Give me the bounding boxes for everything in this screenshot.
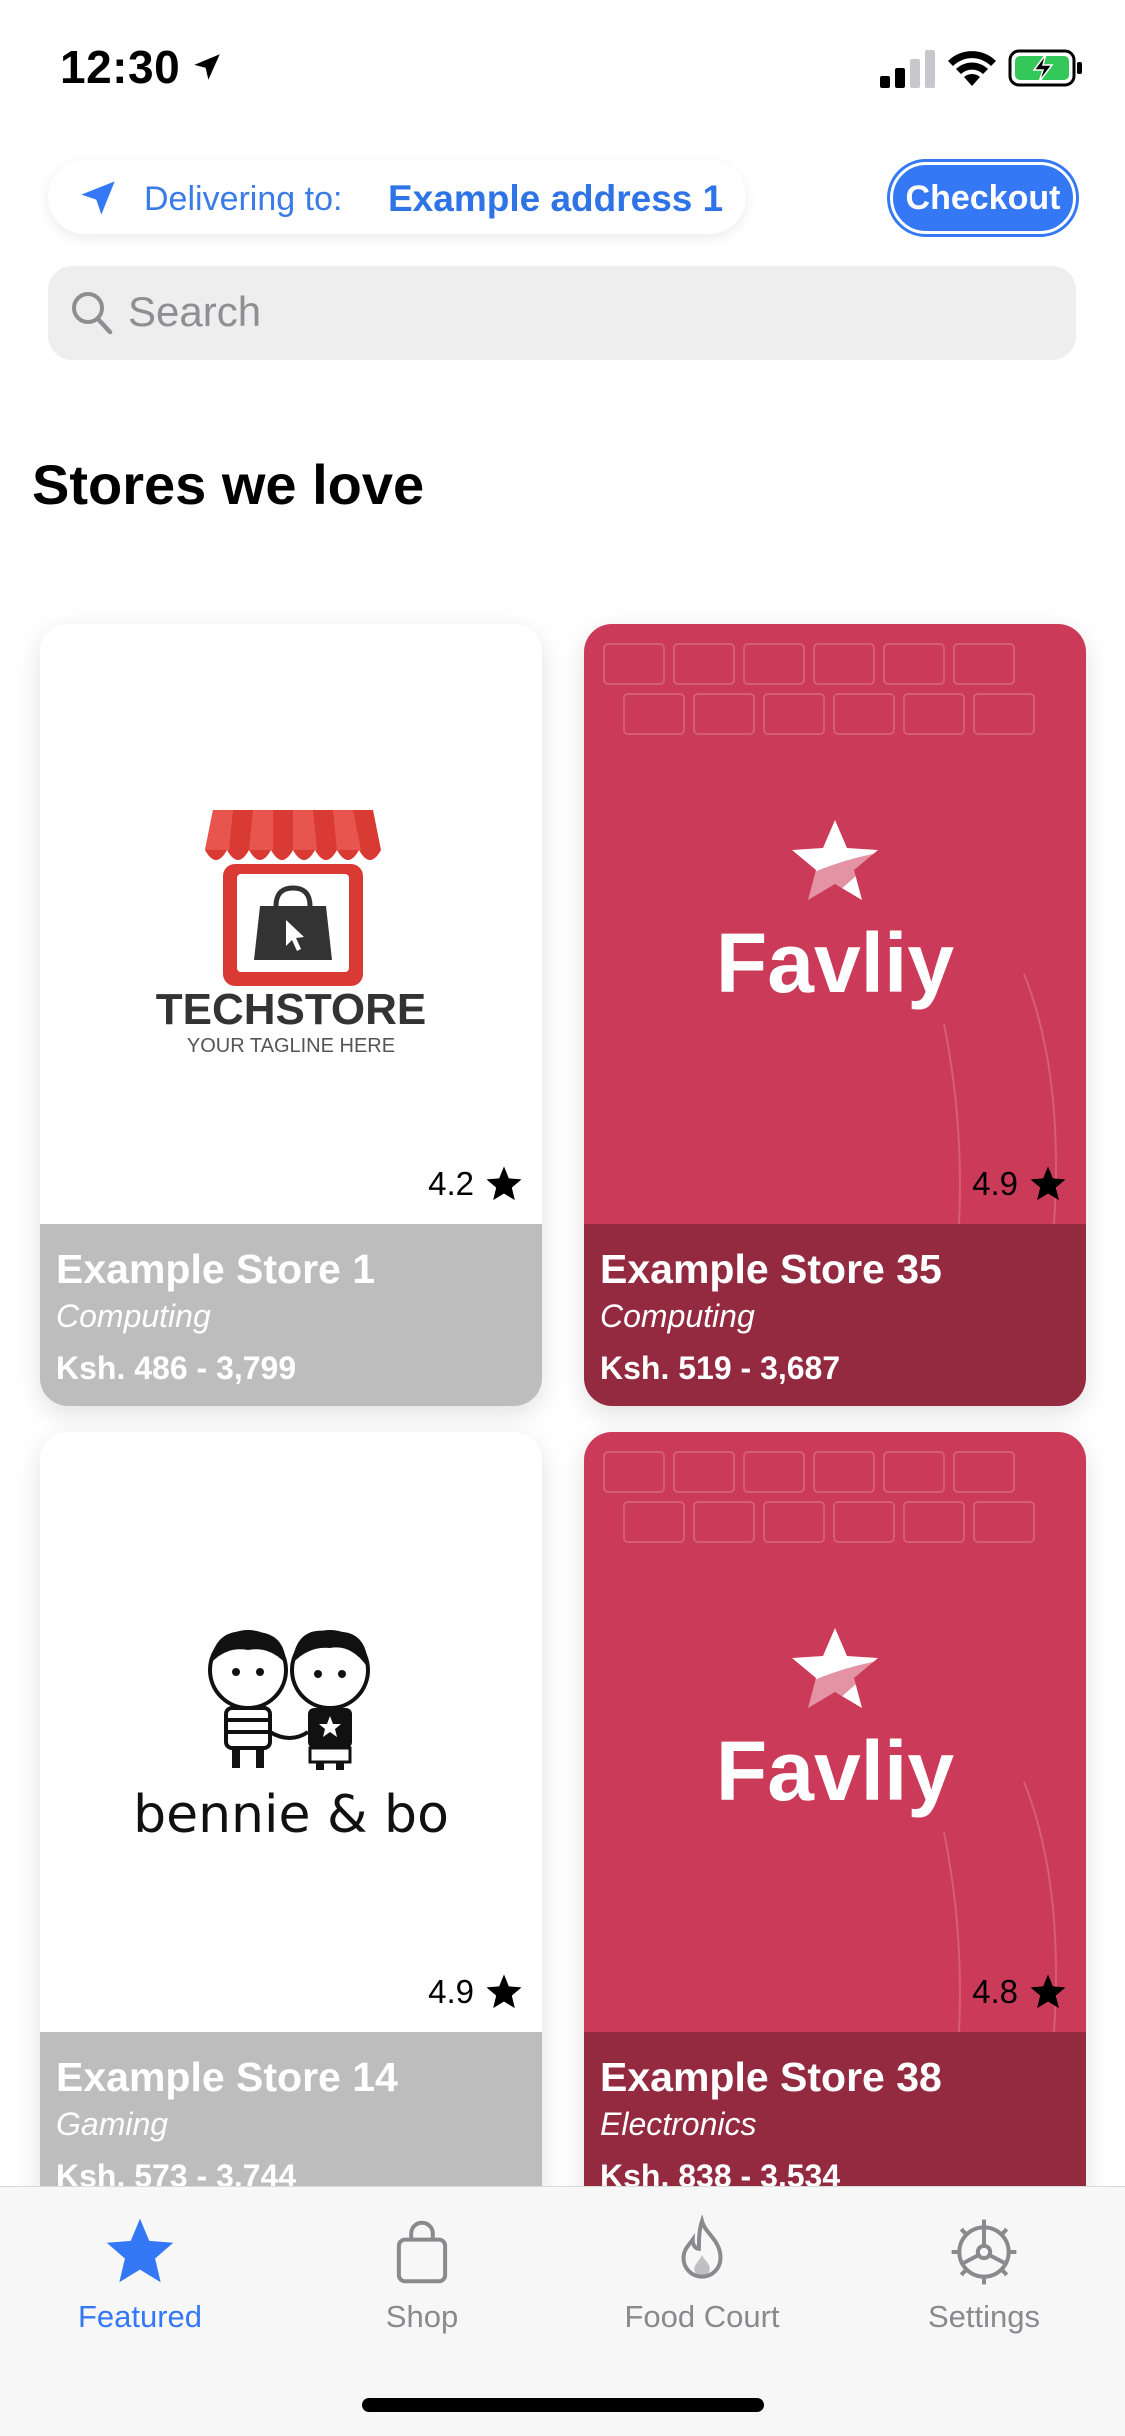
tab-label: Food Court	[624, 2299, 780, 2334]
tab-shop[interactable]: Shop	[322, 2215, 522, 2345]
rating-value: 4.9	[972, 1165, 1018, 1202]
store-card[interactable]: Favliy 4.9 Example Store 35 Computing Ks…	[584, 624, 1086, 1406]
star-icon	[1030, 1166, 1066, 1201]
tab-label: Shop	[385, 2299, 459, 2334]
store-category: Computing	[56, 1298, 211, 1334]
store-card[interactable]: TECHSTORE YOUR TAGLINE HERE 4.2 Example …	[40, 624, 542, 1406]
favliy-logo: Favliy	[603, 1451, 1057, 2033]
rating-value: 4.2	[428, 1165, 474, 1202]
store-rating: 4.2	[428, 1164, 524, 1204]
location-arrow-icon	[194, 54, 220, 80]
logo-brand-text: Favliy	[716, 1724, 954, 1818]
logo-brand-text: bennie & bo	[133, 1785, 449, 1845]
store-logo-image: Favliy	[584, 624, 1086, 1225]
search-icon	[72, 292, 113, 335]
store-rating: 4.9	[428, 1972, 524, 2012]
cellular-signal-icon	[880, 50, 935, 88]
store-logo-image: bennie & bo	[40, 1432, 542, 2032]
star-icon	[486, 1974, 522, 2009]
logo-brand-text: TECHSTORE	[156, 985, 427, 1034]
store-category: Gaming	[56, 2106, 169, 2142]
delivery-label: Delivering to:	[144, 180, 343, 218]
store-card[interactable]: Favliy 4.8 Example Store 38 Electronics …	[584, 1432, 1086, 2214]
store-price-range: Ksh. 486 - 3,799	[56, 1350, 297, 1386]
store-logo-image: TECHSTORE YOUR TAGLINE HERE	[40, 624, 542, 1224]
tab-bar: Featured Shop Food Court Settings	[0, 2186, 1125, 2436]
store-price-range: Ksh. 519 - 3,687	[600, 1350, 841, 1386]
rating-value: 4.8	[972, 1973, 1018, 2010]
favliy-logo: Favliy	[603, 643, 1057, 1225]
store-logo-image: Favliy	[584, 1432, 1086, 2033]
store-rating: 4.8	[972, 1972, 1068, 2012]
logo-brand-text: Favliy	[716, 916, 954, 1010]
wifi-icon	[948, 51, 996, 86]
store-name: Example Store 35	[600, 1246, 942, 1292]
tab-label: Featured	[77, 2299, 203, 2334]
star-icon	[106, 2218, 174, 2283]
techstore-logo: TECHSTORE YOUR TAGLINE HERE	[156, 810, 427, 1057]
gear-icon	[951, 2219, 1017, 2285]
rating-value: 4.9	[428, 1973, 474, 2010]
checkout-button[interactable]: Checkout	[887, 159, 1079, 237]
store-category: Computing	[600, 1298, 755, 1334]
battery-charging-icon	[1008, 49, 1082, 87]
store-info-panel: Example Store 1 Computing Ksh. 486 - 3,7…	[40, 1224, 542, 1406]
flame-icon	[681, 2215, 723, 2279]
tab-featured[interactable]: Featured	[40, 2215, 240, 2345]
search-bar[interactable]	[48, 266, 1076, 360]
store-category: Electronics	[600, 2106, 757, 2142]
tab-label: Settings	[927, 2299, 1040, 2334]
bennie-and-bo-logo: bennie & bo	[133, 1630, 449, 1845]
store-name: Example Store 38	[600, 2054, 942, 2100]
store-card[interactable]: bennie & bo 4.9 Example Store 14 Gaming …	[40, 1432, 542, 2214]
store-name: Example Store 1	[56, 1246, 376, 1292]
status-time: 12:30	[60, 41, 181, 93]
store-name: Example Store 14	[56, 2054, 398, 2100]
delivery-address: Example address 1	[388, 178, 724, 219]
shopping-bag-icon	[396, 2220, 448, 2284]
delivery-address-selector[interactable]: Delivering to: Example address 1	[48, 160, 746, 234]
status-bar: 12:30	[0, 0, 1125, 132]
logo-tagline-text: YOUR TAGLINE HERE	[187, 1035, 395, 1057]
home-indicator[interactable]	[362, 2398, 764, 2412]
star-icon	[486, 1166, 522, 1201]
section-title: Stores we love	[32, 453, 425, 516]
location-arrow-icon	[81, 181, 115, 215]
search-input[interactable]	[128, 288, 1028, 336]
tab-settings[interactable]: Settings	[884, 2215, 1084, 2345]
store-rating: 4.9	[972, 1164, 1068, 1204]
star-icon	[1030, 1974, 1066, 2009]
tab-food-court[interactable]: Food Court	[602, 2215, 802, 2345]
store-info-panel: Example Store 35 Computing Ksh. 519 - 3,…	[584, 1224, 1086, 1406]
